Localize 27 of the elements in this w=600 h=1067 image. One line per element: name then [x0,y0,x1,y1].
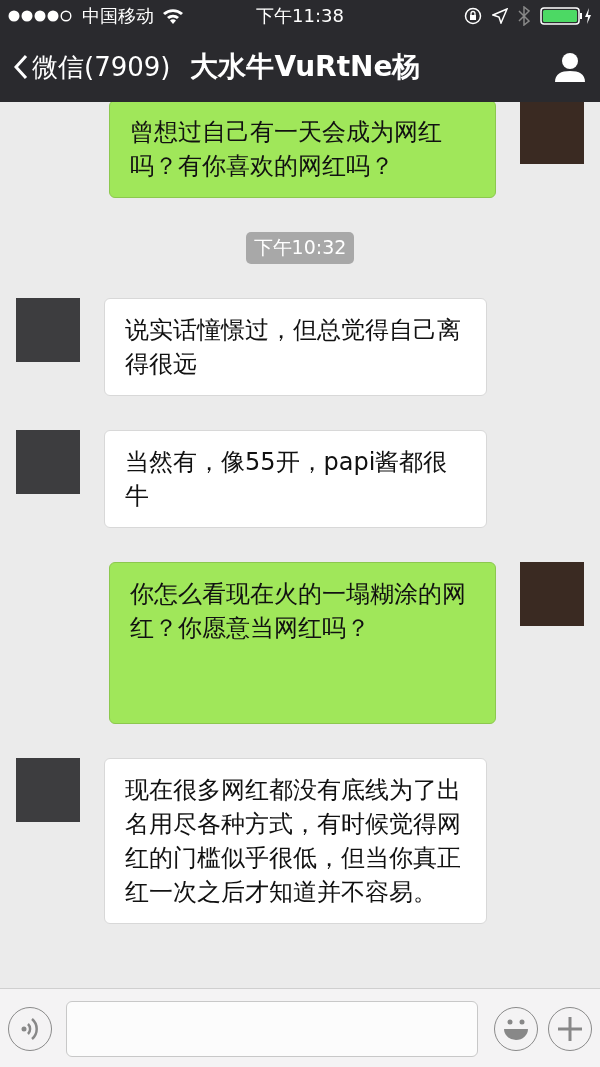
battery-charging-icon [540,6,592,26]
signal-strength-icon [8,10,74,22]
plus-icon [557,1016,583,1042]
voice-icon [20,1016,40,1042]
avatar-photo-placeholder [520,562,584,626]
smiley-icon [501,1017,531,1041]
timestamp: 下午10:32 [245,232,355,264]
rotation-lock-icon [464,7,482,25]
sent-message-bubble: 你怎么看现在火的一塌糊涂的网红？你愿意当网红吗？ [109,562,496,724]
message-input[interactable] [66,1001,478,1057]
avatar-photo-placeholder [520,102,584,164]
person-icon[interactable] [554,51,586,83]
carrier: 中国移动 [82,4,154,28]
received-message-bubble: 说实话憧憬过，但总觉得自己离得很远 [104,298,487,396]
clock: 下午11:38 [256,5,344,26]
avatar-photo-placeholder [16,430,80,494]
chat-title: 大水牛VuRtNe杨 [190,49,421,85]
sent-message-bubble: 曾想过自己有一天会成为网红吗？有你喜欢的网红吗？ [109,102,496,198]
chevron-left-icon [14,54,28,80]
bluetooth-icon [518,6,530,26]
back-button[interactable]: 微信(7909) [14,49,171,85]
received-message-bubble: 现在很多网红都没有底线为了出名用尽各种方式，有时候觉得网红的门槛似乎很低，但当你真正红一次之后才知道并不容易。 [104,758,487,924]
wifi-icon [162,8,184,24]
received-message-bubble: 当然有，像55开，papi酱都很牛 [104,430,487,528]
avatar-photo-placeholder [16,298,80,362]
avatar-photo-placeholder [16,758,80,822]
location-arrow-icon [492,8,508,24]
